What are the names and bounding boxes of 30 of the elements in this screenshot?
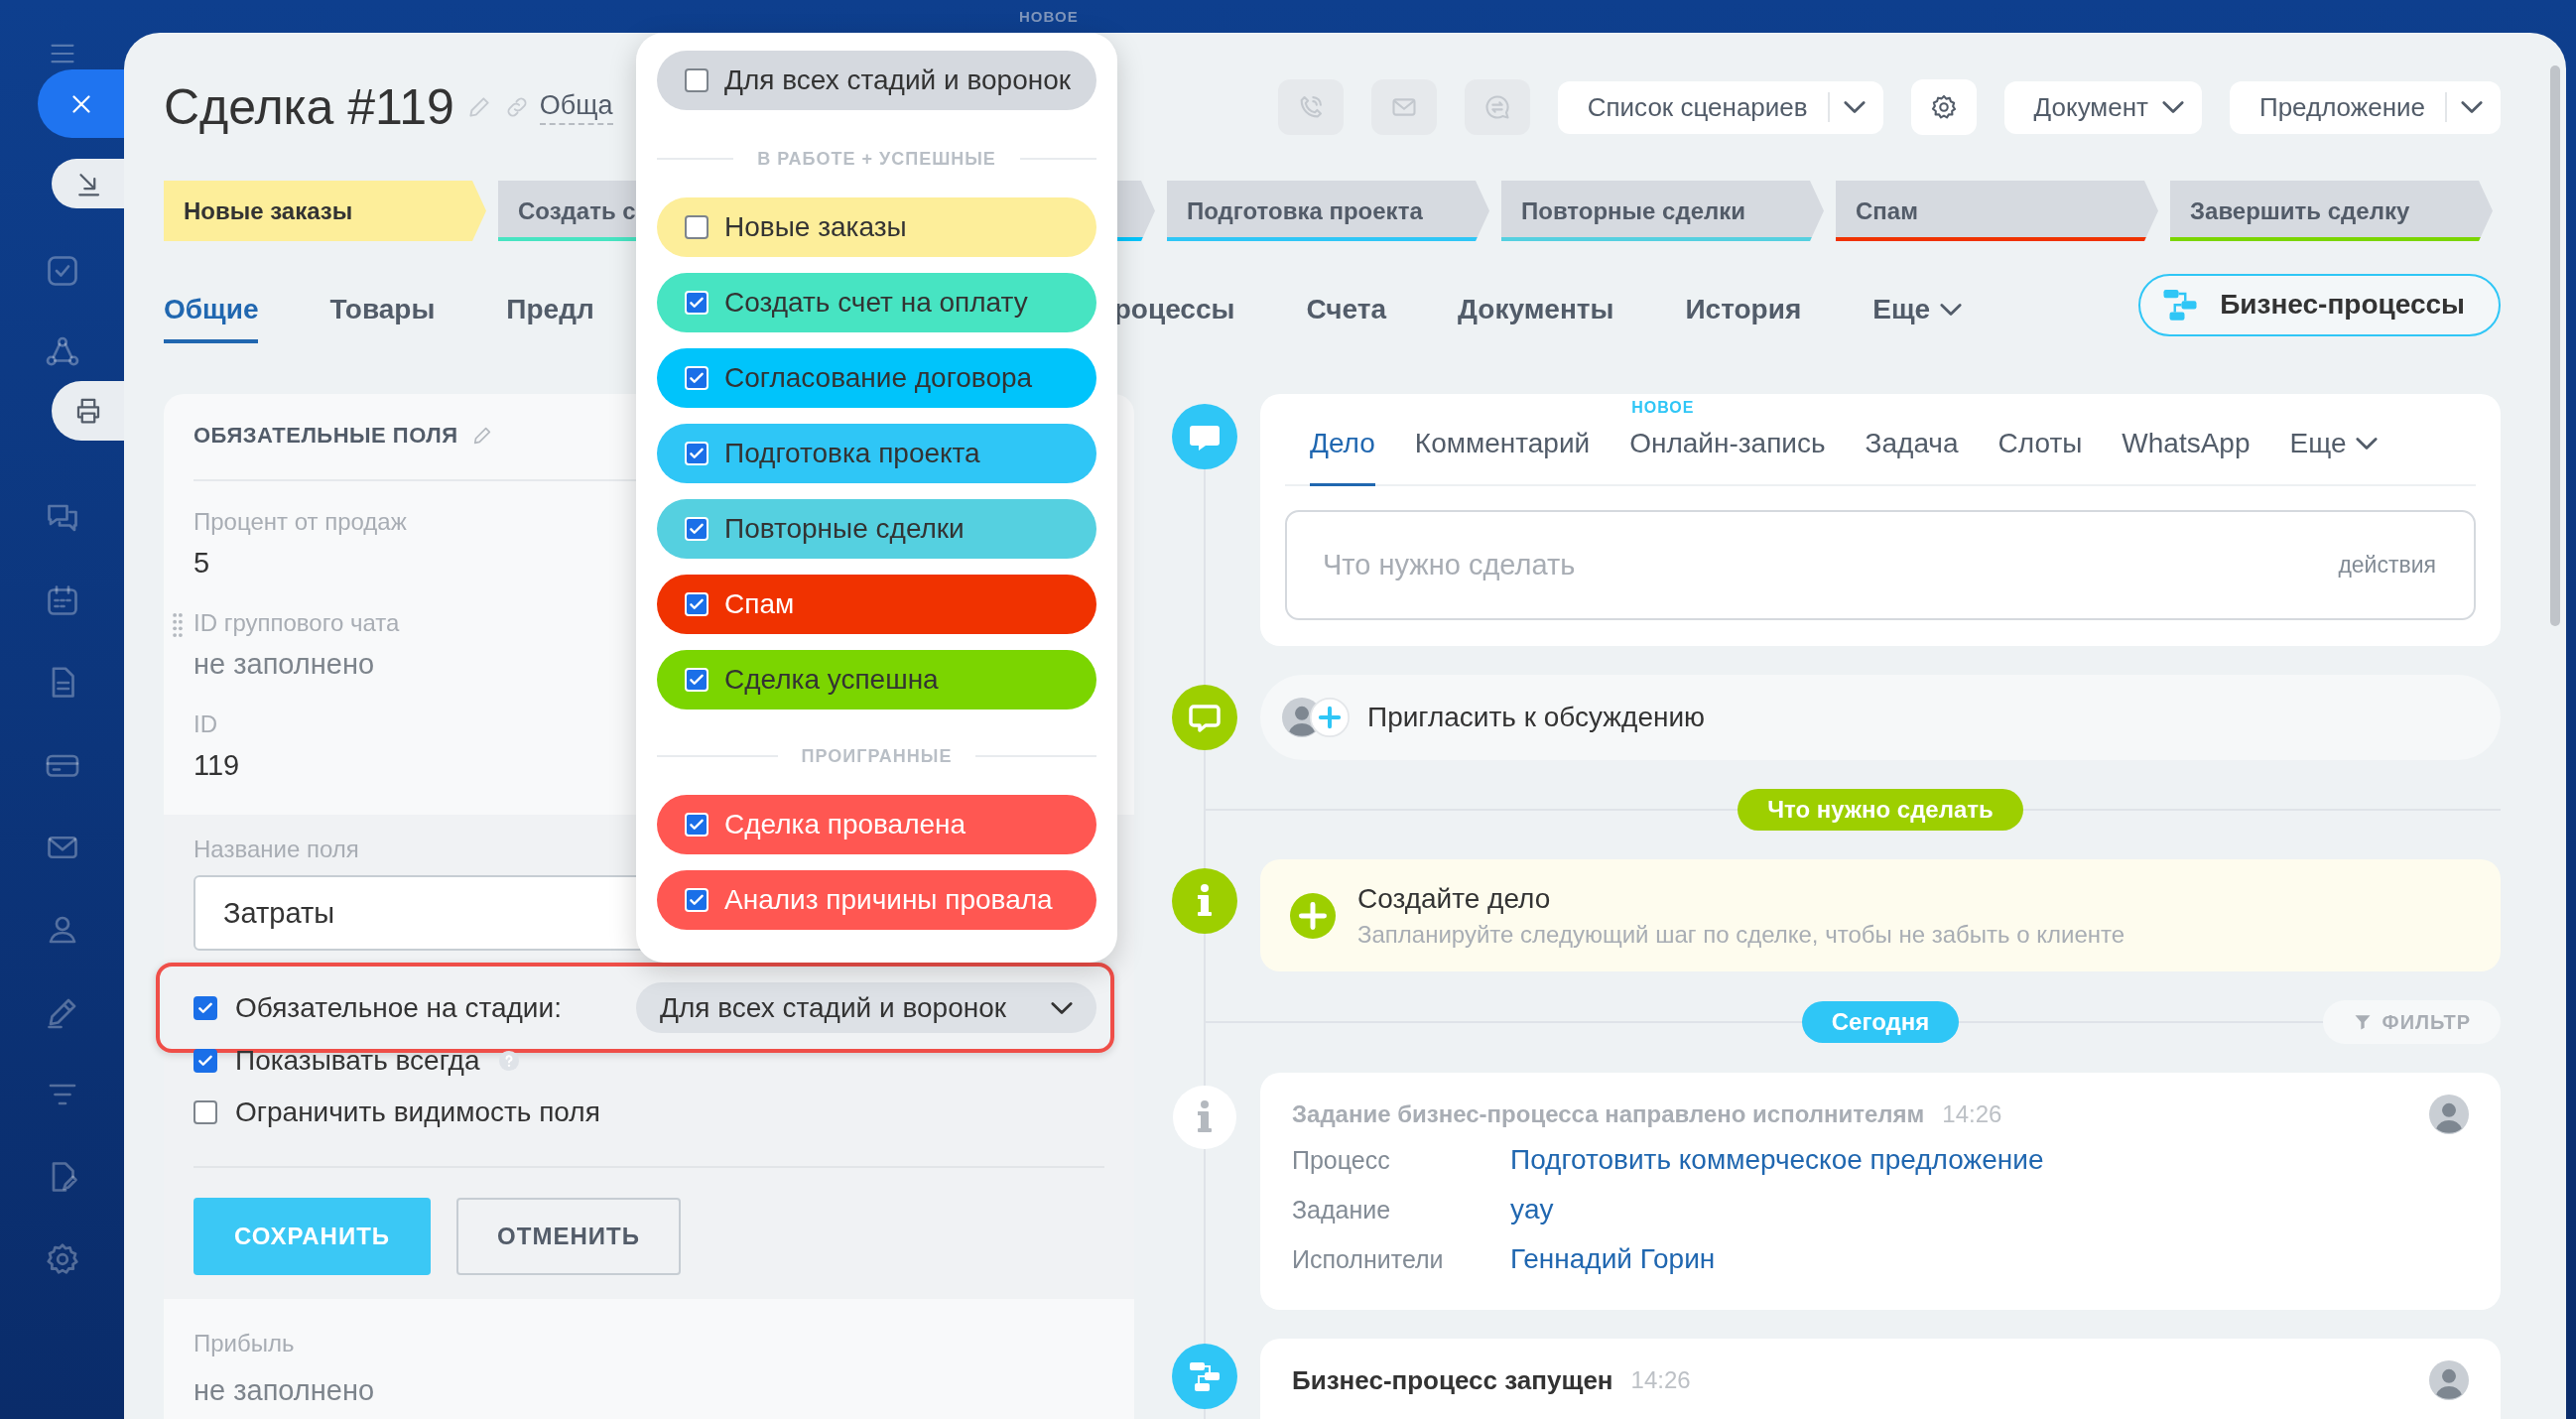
activity-time: 14:26 — [1942, 1100, 2002, 1128]
activity-title: Задание бизнес-процесса направлено исполнителям — [1292, 1100, 1925, 1128]
date-pill: Сегодня — [1801, 1001, 1960, 1043]
activity-title: Бизнес-процесс запущен — [1292, 1364, 1613, 1396]
field-value: не заполнено — [193, 647, 375, 682]
date-pill: Что нужно сделать — [1738, 789, 2023, 831]
detail-label: Исполнители — [1292, 1244, 1445, 1275]
field-value: 5 — [193, 546, 210, 580]
deal-title: Сделка #119 — [164, 78, 454, 136]
todo-hint: Запланируйте следующий шаг по сделке, чтобы не забыть о клиенте — [1357, 920, 2125, 949]
section-title: ОБЯЗАТЕЛЬНЫЕ ПОЛЯ — [193, 423, 458, 449]
invite-text: Пригласить к обсуждению — [1367, 702, 1706, 733]
new-label: НОВОЕ — [1631, 398, 1695, 418]
option-label: Ограничить видимость поля — [235, 1096, 600, 1128]
activity-time: 14:26 — [1630, 1366, 1691, 1394]
new-label: НОВОЕ — [1019, 8, 1079, 25]
field-label: ID группового чата — [193, 608, 400, 638]
detail-label: Задание — [1292, 1195, 1392, 1226]
detail-label: Процесс — [1292, 1145, 1391, 1176]
todo-title: Создайте дело — [1357, 882, 1552, 915]
option-label: Показывать всегда — [235, 1045, 480, 1077]
field-label: ID — [193, 710, 217, 739]
field-value: 119 — [193, 748, 240, 783]
group-heading: ПРОИГРАННЫЕ — [801, 745, 953, 767]
field-label: Название поля — [193, 835, 359, 864]
option-label: Обязательное на стадии: — [235, 991, 562, 1024]
group-heading: В РАБОТЕ + УСПЕШНЫЕ — [757, 148, 996, 170]
field-label: Процент от продаж — [193, 507, 407, 537]
field-value: не заполнено — [193, 1373, 375, 1408]
field-label: Прибыль — [193, 1329, 295, 1358]
